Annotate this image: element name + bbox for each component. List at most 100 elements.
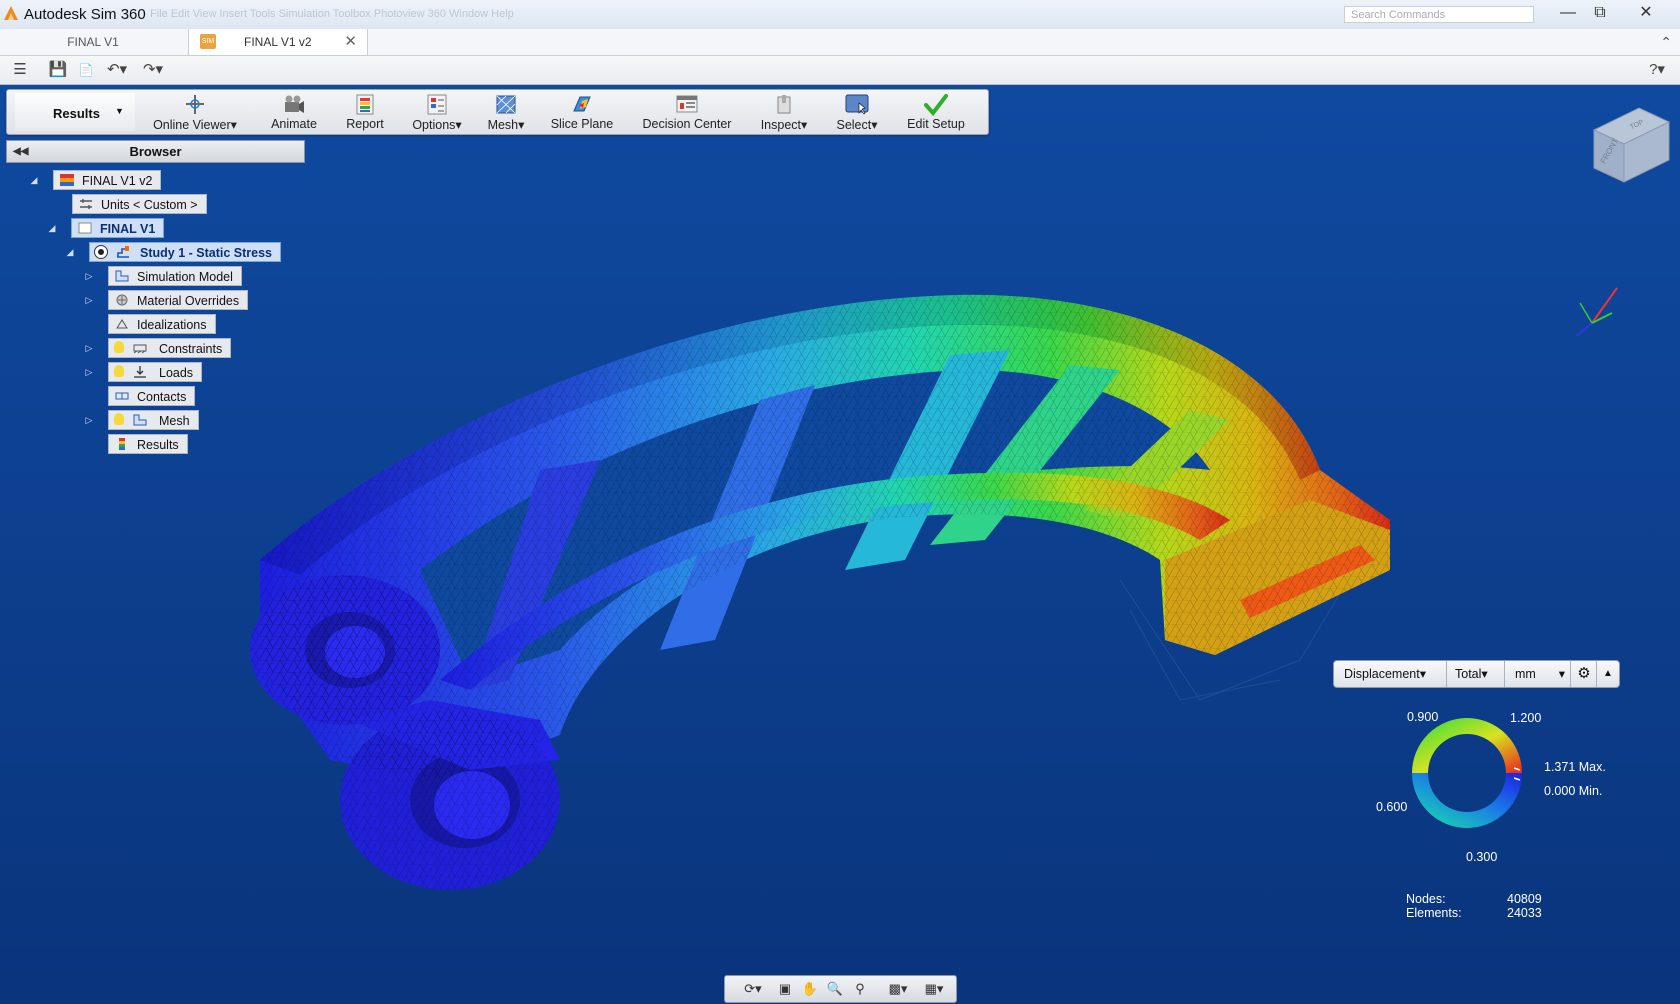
tab-final-v1[interactable]: FINAL V1 bbox=[0, 29, 186, 55]
save-icon[interactable]: 💾 bbox=[48, 60, 68, 80]
expand-toggle-icon[interactable]: ▷ bbox=[83, 266, 95, 286]
animate-button[interactable]: Animate bbox=[264, 90, 324, 134]
tree-chip[interactable]: Results bbox=[108, 434, 188, 454]
expand-toggle-icon[interactable]: ▷ bbox=[83, 362, 95, 382]
legend-label-1200: 1.200 bbox=[1510, 711, 1542, 725]
options-icon bbox=[427, 94, 447, 115]
edit-setup-button[interactable]: Edit Setup bbox=[901, 90, 971, 134]
tree-chip[interactable]: Idealizations bbox=[108, 314, 216, 334]
gear-icon[interactable]: ⚙ bbox=[1570, 661, 1597, 687]
constraints-icon bbox=[133, 344, 147, 354]
tree-chip[interactable]: Material Overrides bbox=[108, 290, 249, 310]
legend-collapse-icon[interactable]: ▲ bbox=[1596, 661, 1619, 687]
tree-label: Contacts bbox=[137, 390, 187, 404]
component-icon bbox=[78, 222, 92, 234]
visibility-bulb-icon[interactable] bbox=[114, 341, 124, 353]
report-label: Report bbox=[346, 117, 384, 131]
inspect-icon bbox=[777, 95, 791, 114]
help-icon[interactable]: ?▾ bbox=[1642, 60, 1672, 80]
tree-chip[interactable]: Mesh bbox=[108, 410, 199, 430]
options-button[interactable]: Options▾ bbox=[407, 90, 467, 134]
results-icon bbox=[119, 438, 125, 450]
decision-center-label: Decision Center bbox=[642, 117, 732, 131]
save-copy-icon[interactable]: 📄 bbox=[76, 60, 96, 80]
menu-bar[interactable]: File Edit View Insert Tools Simulation T… bbox=[150, 8, 1300, 22]
animate-icon bbox=[285, 95, 304, 113]
slice-plane-button[interactable]: Slice Plane bbox=[544, 90, 620, 134]
close-icon[interactable]: ✕ bbox=[1630, 2, 1662, 24]
edit-setup-label: Edit Setup bbox=[907, 117, 965, 131]
tree-chip[interactable]: Loads bbox=[108, 362, 203, 382]
active-study-radio-icon[interactable] bbox=[94, 245, 108, 259]
legend-max-label: 1.371 Max. bbox=[1544, 760, 1606, 774]
select-button[interactable]: Select▾ bbox=[829, 90, 885, 134]
tree-label: FINAL V1 v2 bbox=[82, 174, 153, 188]
undo-icon[interactable]: ↶▾ bbox=[102, 60, 132, 80]
title-bar: Autodesk Sim 360 File Edit View Insert T… bbox=[0, 0, 1680, 30]
result-type-dropdown[interactable]: Displacement▾ bbox=[1344, 661, 1426, 687]
look-at-icon[interactable]: ▣ bbox=[775, 979, 795, 999]
hamburger-menu-icon[interactable]: ☰ bbox=[10, 60, 30, 80]
expand-toggle-icon[interactable]: ◢ bbox=[46, 218, 58, 238]
zoom-icon[interactable]: 🔍 bbox=[825, 979, 845, 999]
result-type-label: Displacement bbox=[1344, 667, 1420, 681]
browser-header: ◀◀ Browser bbox=[6, 140, 305, 163]
redo-icon[interactable]: ↷▾ bbox=[138, 60, 168, 80]
expand-toggle-icon[interactable]: ▷ bbox=[83, 290, 95, 310]
idealizations-icon bbox=[116, 319, 128, 329]
tree-chip[interactable]: FINAL V1 v2 bbox=[53, 170, 162, 190]
units-icon bbox=[80, 199, 92, 209]
mesh-tree-icon bbox=[133, 414, 147, 426]
minimize-icon[interactable]: — bbox=[1552, 2, 1584, 24]
chevron-up-icon[interactable]: ⌃ bbox=[1660, 29, 1672, 55]
visibility-bulb-icon[interactable] bbox=[114, 365, 124, 377]
legend-label-0900: 0.900 bbox=[1407, 710, 1439, 724]
report-button[interactable]: Report bbox=[337, 90, 393, 134]
tab-close-icon[interactable]: ✕ bbox=[344, 29, 357, 55]
decision-center-icon bbox=[676, 95, 698, 113]
tree-chip[interactable]: Study 1 - Static Stress bbox=[89, 242, 281, 262]
collapse-panel-icon[interactable]: ◀◀ bbox=[13, 141, 28, 162]
mesh-button[interactable]: Mesh▾ bbox=[482, 90, 530, 134]
material-icon bbox=[116, 294, 128, 306]
axis-triad-icon bbox=[1576, 287, 1618, 337]
tab-final-v1-v2[interactable]: SIM FINAL V1 v2 ✕ bbox=[188, 29, 368, 55]
tree-label: Loads bbox=[159, 366, 194, 380]
decision-center-button[interactable]: Decision Center bbox=[635, 90, 739, 134]
expand-toggle-icon[interactable]: ◢ bbox=[28, 170, 40, 190]
units-dropdown[interactable]: mm ▾ bbox=[1504, 661, 1565, 687]
tree-label: Units < Custom > bbox=[101, 198, 198, 212]
display-settings-icon[interactable]: ▩▾ bbox=[883, 979, 913, 999]
expand-toggle-icon[interactable]: ◢ bbox=[64, 242, 76, 262]
online-viewer-button[interactable]: Online Viewer▾ bbox=[150, 90, 240, 134]
restore-icon[interactable]: ⧉ bbox=[1584, 2, 1616, 24]
fit-icon[interactable]: ⚲ bbox=[850, 979, 870, 999]
autodesk-logo-icon bbox=[4, 6, 18, 20]
tree-chip[interactable]: Contacts bbox=[108, 386, 196, 406]
pan-icon[interactable]: ✋ bbox=[800, 979, 820, 999]
tree-chip[interactable]: Simulation Model bbox=[108, 266, 242, 286]
visibility-bulb-icon[interactable] bbox=[114, 413, 124, 425]
expand-toggle-icon[interactable]: ▷ bbox=[83, 410, 95, 430]
orbit-icon[interactable]: ⟳▾ bbox=[737, 979, 769, 999]
inspect-button[interactable]: Inspect▾ bbox=[755, 90, 813, 134]
search-commands-input[interactable]: Search Commands bbox=[1344, 6, 1534, 23]
viewcube[interactable]: FRONT TOP bbox=[1584, 100, 1674, 190]
grid-settings-icon[interactable]: ▦▾ bbox=[919, 979, 949, 999]
tree-chip[interactable]: FINAL V1 bbox=[71, 218, 165, 238]
simulation-model-icon bbox=[115, 270, 129, 282]
elements-value: 24033 bbox=[1507, 906, 1542, 920]
expand-toggle-icon[interactable]: ▷ bbox=[83, 338, 95, 358]
slice-plane-icon bbox=[573, 96, 591, 112]
static-stress-study-icon bbox=[117, 246, 129, 258]
tree-label: FINAL V1 bbox=[100, 222, 156, 236]
component-dropdown[interactable]: Total▾ bbox=[1446, 661, 1488, 687]
displacement-legend-ring bbox=[1412, 718, 1522, 828]
sim-document-icon: SIM bbox=[200, 34, 216, 49]
quick-access-toolbar: ☰ 💾 📄 ↶▾ ↷▾ ?▾ bbox=[0, 56, 1680, 85]
animate-label: Animate bbox=[271, 117, 317, 131]
workspace-results-dropdown[interactable]: Results ▼ bbox=[15, 93, 135, 131]
tree-chip[interactable]: Constraints bbox=[108, 338, 232, 358]
tree-chip[interactable]: Units < Custom > bbox=[72, 194, 207, 214]
options-label: Options bbox=[412, 118, 456, 132]
